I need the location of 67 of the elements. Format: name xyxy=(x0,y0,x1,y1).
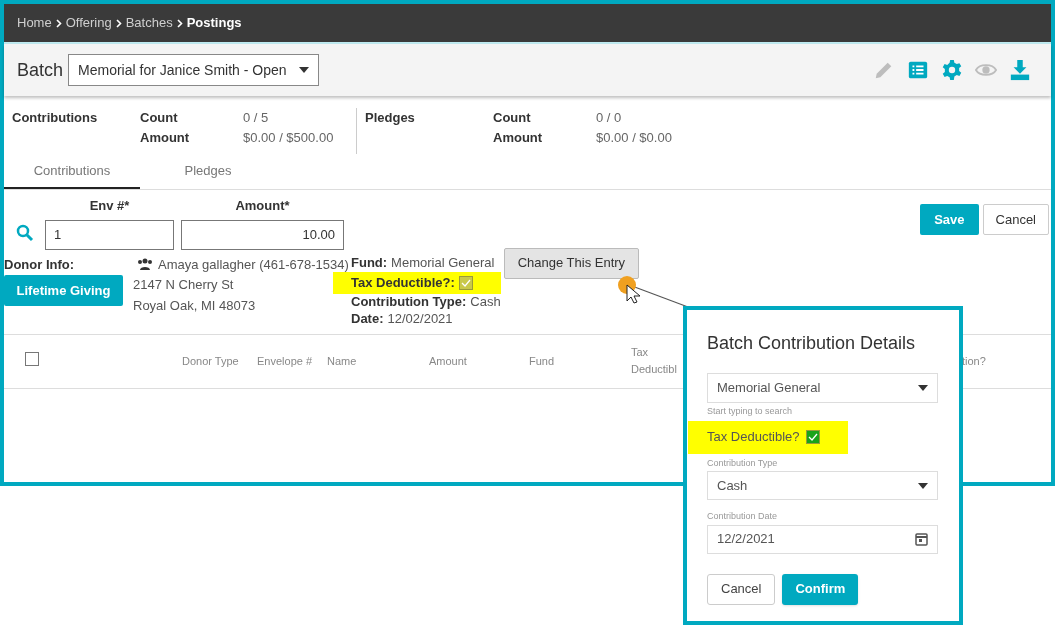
tax-deductible-checkbox[interactable] xyxy=(458,275,473,290)
chevron-icon xyxy=(115,18,122,28)
date-field[interactable]: 12/2/2021 xyxy=(707,524,938,554)
summary-label: Amount xyxy=(140,128,191,147)
tax-deductible-checkbox[interactable] xyxy=(805,430,820,444)
download-icon[interactable] xyxy=(1009,59,1031,81)
fund-hint: Start typing to search xyxy=(707,405,794,418)
summary-label: Count xyxy=(140,109,179,127)
column-header: tion? xyxy=(962,353,986,369)
summary-value: 0 / 5 xyxy=(243,109,269,127)
tab[interactable]: Contributions xyxy=(4,154,140,189)
chevron-icon xyxy=(176,18,183,28)
column-header: Tax Deductibl xyxy=(631,345,678,377)
column-header: Name xyxy=(327,353,358,369)
tax-deductible-label: Tax Deductible? xyxy=(707,428,800,447)
env-label: Env #* xyxy=(89,197,130,215)
amount-label: Amount* xyxy=(235,197,290,215)
column-header: Fund xyxy=(529,353,556,369)
caret-icon xyxy=(918,385,928,391)
column-header: Donor Type xyxy=(182,353,240,369)
summary-title: Contributions xyxy=(12,109,99,127)
column-header: Envelope # xyxy=(257,353,314,369)
batch-select[interactable]: Memorial for Janice Smith - Open xyxy=(68,54,319,86)
cancel-button[interactable]: Cancel xyxy=(982,204,1049,235)
summary-title: Pledges xyxy=(365,109,416,127)
breadcrumb-link[interactable]: Offering xyxy=(65,13,112,33)
detail-value: 12/02/2021 xyxy=(387,310,453,329)
donor-name: Amaya gallagher (461-678-1534) xyxy=(158,255,349,274)
list-icon[interactable] xyxy=(907,59,929,81)
summary-value: $0.00 / $500.00 xyxy=(243,128,334,147)
field-label: Contribution Type xyxy=(707,456,779,470)
donor-address: 2147 N Cherry St xyxy=(133,276,235,294)
popup-title: Batch Contribution Details xyxy=(707,332,917,355)
chevron-icon xyxy=(55,18,62,28)
click-indicator-icon xyxy=(615,275,643,305)
summary-value: 0 / 0 xyxy=(596,109,622,127)
settings-icon[interactable] xyxy=(941,59,963,81)
select-all-checkbox[interactable] xyxy=(25,351,39,366)
search-icon[interactable] xyxy=(16,224,34,242)
people-icon xyxy=(137,258,153,271)
calendar-icon[interactable] xyxy=(915,532,928,546)
date-value: 12/2/2021 xyxy=(717,530,775,549)
field-label: Contribution Date xyxy=(707,510,779,523)
type-select[interactable]: Cash xyxy=(707,471,938,500)
column-header: Amount xyxy=(429,353,468,369)
summary-label: Amount xyxy=(493,128,544,147)
detail-value: Memorial General xyxy=(391,254,495,273)
donor-info-label: Donor Info: xyxy=(4,255,76,274)
detail-label: Fund: xyxy=(351,254,388,273)
detail-label: Date: xyxy=(351,310,384,329)
cancel-button[interactable]: Cancel xyxy=(707,573,776,605)
fund-select[interactable]: Memorial General xyxy=(707,373,938,403)
breadcrumb-link[interactable]: Home xyxy=(17,13,52,33)
batch-label: Batch xyxy=(17,58,64,82)
breadcrumb-link[interactable]: Batches xyxy=(125,13,173,33)
detail-label: Tax Deductible?: xyxy=(351,273,455,292)
donor-address: Royal Oak, MI 48073 xyxy=(133,296,257,315)
caret-icon xyxy=(298,67,309,73)
detail-label: Contribution Type: xyxy=(351,293,467,312)
amount-field[interactable]: 10.00 xyxy=(181,219,344,250)
envelope-field[interactable]: 1 xyxy=(45,219,174,250)
summary-label: Count xyxy=(493,109,532,127)
summary-value: $0.00 / $0.00 xyxy=(596,128,672,147)
caret-icon xyxy=(918,482,928,489)
detail-value: Cash xyxy=(470,293,501,312)
change-entry-button[interactable]: Change This Entry xyxy=(503,247,640,279)
tab[interactable]: Pledges xyxy=(140,154,276,189)
